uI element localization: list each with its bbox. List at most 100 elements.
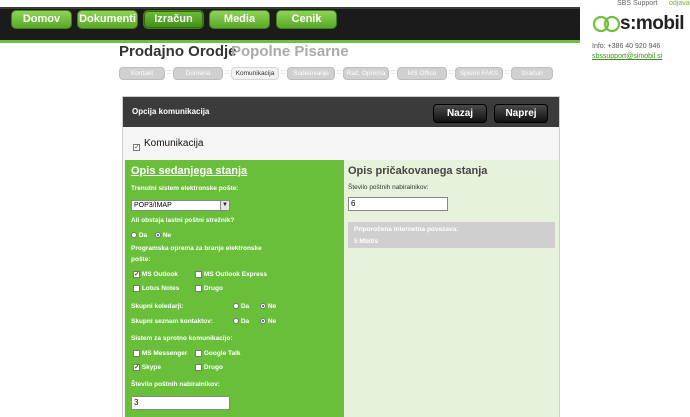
info-phone: Info: +386 40 920 946	[592, 43, 661, 50]
ms-outlook-express-label: MS Outlook Express	[203, 271, 268, 279]
own-server-da-radio[interactable]	[131, 232, 137, 239]
ms-messenger-label: MS Messenger	[141, 350, 188, 358]
step-separator: ::	[449, 69, 453, 76]
option-ne-label: Ne	[162, 232, 172, 239]
step-kontakt[interactable]: Kontakt	[119, 67, 165, 80]
own-server-label: Ali obstaja lastni poštni strežnik?	[131, 217, 235, 224]
panel-title: Opcija komunikacija	[132, 107, 210, 116]
expected-mailboxes-input[interactable]: 6	[348, 197, 448, 211]
recommended-connection-label: Priporočena internetna povezava:	[354, 226, 459, 233]
step-separator: ::	[505, 69, 509, 76]
skype-label: Skype	[141, 364, 161, 372]
logo-text: s:mobil	[620, 13, 685, 34]
lotus-notes-label: Lotus Notes	[141, 285, 180, 293]
step-sodelovanje[interactable]: Sodelovanje	[287, 67, 335, 80]
step-separator: ::	[167, 69, 171, 76]
sbs-support-link[interactable]: SBS Support	[617, 0, 657, 7]
page-title: Prodajno Orodje	[119, 43, 237, 60]
option-da-label: Da	[240, 303, 250, 310]
panel-header: Opcija komunikacija Nazaj Naprej	[123, 97, 559, 127]
contacts-ne-radio[interactable]	[260, 318, 266, 325]
ms-outlook-label: MS Outlook	[141, 271, 178, 279]
drugo-software-checkbox[interactable]	[195, 285, 202, 292]
komunikacija-row: ✓ Komunikacija	[133, 138, 203, 152]
lotus-notes-checkbox[interactable]	[133, 285, 140, 292]
logout-link[interactable]: odjava	[669, 0, 690, 7]
own-server-ne-option: Ne	[155, 232, 171, 239]
ms-messenger-checkbox[interactable]	[133, 350, 140, 357]
google-talk-checkbox[interactable]	[195, 350, 202, 357]
email-system-select[interactable]: POP3/IMAP ▼	[131, 200, 230, 211]
expected-mailboxes-label: Število poštnih nabiralnikov:	[348, 184, 429, 191]
google-talk-option: Google Talk	[195, 350, 241, 357]
current-state-heading: Opis sedanjega stanja	[131, 165, 248, 177]
expected-state-column: Opis pričakovanega stanja Število poštni…	[344, 160, 559, 417]
step-tabs: Kontakt :: Domena :: Komunikacija :: Sod…	[119, 66, 561, 80]
step-komunikacija[interactable]: Komunikacija	[231, 67, 279, 80]
option-da-label: Da	[138, 232, 148, 239]
expected-state-heading: Opis pričakovanega stanja	[348, 165, 488, 177]
step-separator: ::	[337, 69, 341, 76]
drugo-software-option: Drugo	[195, 285, 223, 292]
step-ms-office[interactable]: MS Office	[397, 67, 447, 80]
current-mailboxes-input[interactable]: 3	[131, 396, 230, 410]
ms-outlook-express-option: MS Outlook Express	[195, 271, 267, 278]
calendars-da-option: Da	[233, 303, 249, 310]
drugo-im-option: Drugo	[195, 364, 223, 371]
google-talk-label: Google Talk	[203, 350, 241, 358]
step-separator: ::	[281, 69, 285, 76]
option-da-label: Da	[240, 318, 250, 325]
drugo-im-checkbox[interactable]	[195, 364, 202, 371]
nav-cenik[interactable]: Cenik	[276, 10, 337, 29]
current-state-column: Opis sedanjega stanja Trenutni sistem el…	[125, 160, 344, 417]
drugo-software-label: Drugo	[203, 285, 223, 293]
ms-outlook-option: ✓ MS Outlook	[133, 271, 178, 278]
shared-contacts-label: Skupni seznam kontaktov:	[131, 318, 213, 325]
recommended-connection-box: Priporočena internetna povezava: 5 Mbit/…	[348, 222, 555, 248]
support-email-link[interactable]: sbssupport@simobil.si	[592, 53, 662, 60]
ms-outlook-checkbox[interactable]: ✓	[133, 271, 140, 278]
instant-messaging-label: Sistem za sprotno komunikacijo:	[131, 335, 233, 342]
drugo-im-label: Drugo	[203, 364, 223, 372]
email-system-label: Trenutni sistem elektronske pošte:	[131, 185, 239, 192]
shared-calendars-label: Skupni koledarji:	[131, 303, 184, 310]
step-separator: ::	[391, 69, 395, 76]
email-system-value: POP3/IMAP	[134, 202, 172, 209]
email-software-label-line2: pošte:	[131, 256, 151, 263]
step-spletni-faks[interactable]: Spletni FAKS	[455, 67, 503, 80]
step-domena[interactable]: Domena	[173, 67, 223, 80]
back-button[interactable]: Nazaj	[433, 104, 487, 123]
komunikacija-label: Komunikacija	[144, 138, 204, 149]
nav-izracun[interactable]: Izračun	[143, 10, 204, 29]
options-panel: Opcija komunikacija Nazaj Naprej ✓ Komun…	[122, 96, 560, 417]
recommended-connection-value: 5 Mbit/s	[354, 238, 379, 245]
step-separator: ::	[225, 69, 229, 76]
nav-dokumenti[interactable]: Dokumenti	[77, 10, 138, 29]
lotus-notes-option: Lotus Notes	[133, 285, 179, 292]
calendars-ne-radio[interactable]	[260, 303, 266, 310]
skype-option: ✓ Skype	[133, 364, 161, 371]
skype-checkbox[interactable]: ✓	[133, 364, 140, 371]
calendars-da-radio[interactable]	[233, 303, 239, 310]
step-rac-oprema[interactable]: Rač. Oprema	[343, 67, 389, 80]
mailboxes-label: Število poštnih nabiralnikov:	[131, 381, 220, 388]
contacts-da-option: Da	[233, 318, 249, 325]
own-server-da-option: Da	[131, 232, 147, 239]
option-ne-label: Ne	[267, 318, 277, 325]
calendars-ne-option: Ne	[260, 303, 276, 310]
dropdown-arrow-icon[interactable]: ▼	[220, 201, 229, 210]
komunikacija-checkbox[interactable]: ✓	[133, 144, 140, 152]
page: Domov Dokumenti Izračun Media Cenik SBS …	[0, 0, 690, 417]
email-software-label-line1: Programska oprema za branje elektronske	[131, 245, 262, 252]
nav-media[interactable]: Media	[209, 10, 270, 29]
contacts-ne-option: Ne	[260, 318, 276, 325]
nav-domov[interactable]: Domov	[11, 10, 72, 29]
next-button[interactable]: Naprej	[494, 104, 548, 123]
page-subtitle: Popolne Pisarne	[231, 43, 349, 60]
ms-messenger-option: MS Messenger	[133, 350, 187, 357]
step-izracun[interactable]: Izračun	[511, 67, 553, 80]
option-ne-label: Ne	[267, 303, 277, 310]
own-server-ne-radio[interactable]	[155, 232, 161, 239]
contacts-da-radio[interactable]	[233, 318, 239, 325]
ms-outlook-express-checkbox[interactable]	[195, 271, 202, 278]
